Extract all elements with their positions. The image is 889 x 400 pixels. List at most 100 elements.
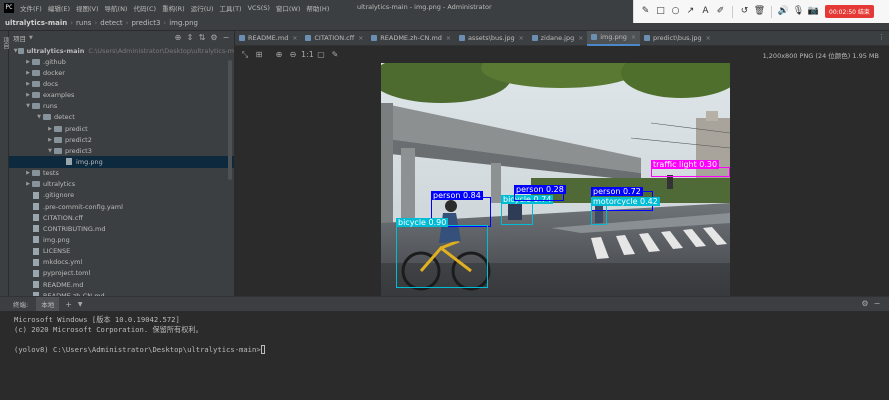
highlighter-icon[interactable]: ✐ (713, 4, 728, 19)
editor-tab[interactable]: predict\bus.jpg × (640, 31, 715, 46)
tree-file[interactable]: .pre-commit-config.yaml (9, 201, 234, 212)
actual-size-icon[interactable]: ⊞ (253, 49, 265, 61)
chevron-right-icon[interactable]: ▶ (46, 137, 54, 143)
minimize-icon[interactable]: − (220, 32, 232, 44)
tab-local-terminal[interactable]: 本地 (36, 297, 60, 311)
add-terminal-icon[interactable]: + (65, 300, 72, 309)
tree-file[interactable]: LICENSE (9, 246, 234, 257)
breadcrumb-project[interactable]: ultralytics-main (5, 19, 67, 27)
circle-icon[interactable]: ○ (668, 4, 683, 19)
gear-icon[interactable]: ⚙ (208, 32, 220, 44)
menu-window[interactable]: 窗口(W) (276, 3, 301, 13)
chevron-down-icon[interactable]: ▼ (24, 103, 32, 109)
terminal-output[interactable]: Microsoft Windows [版本 10.0.19042.572] (c… (0, 311, 889, 400)
tree-folder[interactable]: ▶ .github (9, 56, 234, 67)
chevron-right-icon[interactable]: ▶ (24, 170, 32, 176)
tree-folder[interactable]: ▶ docs (9, 78, 234, 89)
tree-file[interactable]: pyproject.toml (9, 268, 234, 279)
tree-file[interactable]: README.md (9, 279, 234, 290)
chevron-down-icon[interactable]: ▼ (29, 35, 33, 41)
tree-file[interactable]: CITATION.cff (9, 212, 234, 223)
camera-icon[interactable]: 📷 (806, 4, 821, 19)
breadcrumb-predict3[interactable]: predict3 (131, 19, 160, 27)
tree-folder[interactable]: ▶ tests (9, 168, 234, 179)
tree-file[interactable]: mkdocs.yml (9, 257, 234, 268)
mic-icon[interactable]: 🎙 (791, 4, 806, 19)
fit-icon[interactable]: ⤡ (239, 49, 251, 61)
minimize-icon[interactable]: − (871, 299, 883, 308)
zoom-out-icon[interactable]: ⊖ (287, 49, 299, 61)
tree-file[interactable]: .gitignore (9, 190, 234, 201)
gear-icon[interactable]: ⚙ (859, 299, 871, 308)
project-tree: ▼ ultralytics-main C:\Users\Administrator\… (9, 45, 234, 296)
editor-tab[interactable]: README.md × (235, 31, 301, 46)
square-icon[interactable]: □ (653, 4, 668, 19)
breadcrumb-detect[interactable]: detect (100, 19, 122, 27)
close-icon[interactable]: × (631, 34, 636, 41)
menu-edit[interactable]: 编辑(E) (48, 3, 70, 13)
expand-all-icon[interactable]: ⇅ (196, 32, 208, 44)
tree-folder[interactable]: ▶ predict (9, 123, 234, 134)
detection-result-image[interactable]: traffic light 0.30 person 0.84 bicycle 0.7… (381, 63, 730, 296)
tree-folder[interactable]: ▼ predict3 (9, 145, 234, 156)
collapse-all-icon[interactable]: ⇕ (184, 32, 196, 44)
close-icon[interactable]: × (519, 35, 524, 42)
speaker-icon[interactable]: 🔊 (776, 4, 791, 19)
menu-file[interactable]: 文件(F) (20, 3, 42, 13)
tree-folder[interactable]: ▶ predict2 (9, 134, 234, 145)
editor-tab[interactable]: img.png × (587, 30, 640, 46)
tree-folder[interactable]: ▶ ultralytics (9, 179, 234, 190)
chevron-down-icon[interactable]: ▼ (78, 301, 83, 308)
editor-tab[interactable]: README.zh-CN.md × (367, 31, 455, 46)
tree-folder[interactable]: ▼ runs (9, 101, 234, 112)
tree-file[interactable]: img.png (9, 234, 234, 245)
breadcrumb-file[interactable]: img.png (169, 19, 198, 27)
close-icon[interactable]: × (446, 35, 451, 42)
menu-refactor[interactable]: 重构(R) (162, 3, 185, 13)
close-icon[interactable]: × (578, 35, 583, 42)
chevron-right-icon[interactable]: ▶ (24, 59, 32, 65)
menu-help[interactable]: 帮助(H) (306, 3, 329, 13)
grid-icon[interactable]: ▢ (315, 49, 327, 61)
menu-vcs[interactable]: VCS(S) (248, 4, 270, 12)
one-to-one-icon[interactable]: 1:1 (301, 49, 314, 61)
pencil-icon[interactable]: ✎ (638, 4, 653, 19)
tree-file[interactable]: CONTRIBUTING.md (9, 223, 234, 234)
chevron-down-icon[interactable]: ▼ (46, 148, 54, 154)
menu-tools[interactable]: 工具(T) (220, 3, 242, 13)
breadcrumb-runs[interactable]: runs (76, 19, 91, 27)
chevron-right-icon[interactable]: ▶ (24, 92, 32, 98)
editor-tab[interactable]: CITATION.cff × (301, 31, 367, 46)
close-icon[interactable]: × (706, 35, 711, 42)
tree-scrollbar[interactable] (228, 60, 232, 180)
chevron-right-icon[interactable]: ▶ (24, 81, 32, 87)
close-icon[interactable]: × (358, 35, 363, 42)
chevron-right-icon[interactable]: ▶ (24, 70, 32, 76)
chevron-right-icon[interactable]: ▶ (46, 126, 54, 132)
terminal-line: Microsoft Windows [版本 10.0.19042.572] (14, 315, 180, 324)
chevron-right-icon[interactable]: ▶ (24, 181, 32, 187)
menu-navigate[interactable]: 导航(N) (105, 3, 128, 13)
chevron-down-icon[interactable]: ▼ (35, 114, 43, 120)
tree-folder[interactable]: ▼ ultralytics-main C:\Users\Administrator\… (9, 45, 234, 56)
menu-view[interactable]: 视图(V) (76, 3, 99, 13)
tabs-overflow-icon[interactable]: ⋮ (878, 33, 885, 41)
tree-file[interactable]: img.png (9, 156, 234, 168)
arrow-icon[interactable]: ↗ (683, 4, 698, 19)
trash-icon[interactable]: 🗑 (752, 4, 767, 19)
menu-code[interactable]: 代码(C) (133, 3, 156, 13)
text-icon[interactable]: A (698, 4, 713, 19)
editor-tab[interactable]: zidane.jpg × (528, 31, 588, 46)
tree-folder[interactable]: ▶ examples (9, 90, 234, 101)
color-picker-icon[interactable]: ✎ (329, 49, 341, 61)
recording-timer-button[interactable]: 00:02:50 结束 (825, 5, 874, 18)
menu-run[interactable]: 运行(U) (191, 3, 214, 13)
editor-tab[interactable]: assets\bus.jpg × (455, 31, 528, 46)
undo-icon[interactable]: ↺ (737, 4, 752, 19)
tree-folder[interactable]: ▼ detect (9, 112, 234, 123)
locate-icon[interactable]: ⊕ (172, 32, 184, 44)
close-icon[interactable]: × (292, 35, 297, 42)
zoom-in-icon[interactable]: ⊕ (273, 49, 285, 61)
tree-folder[interactable]: ▶ docker (9, 67, 234, 78)
project-panel-title[interactable]: 项目 (13, 33, 26, 43)
